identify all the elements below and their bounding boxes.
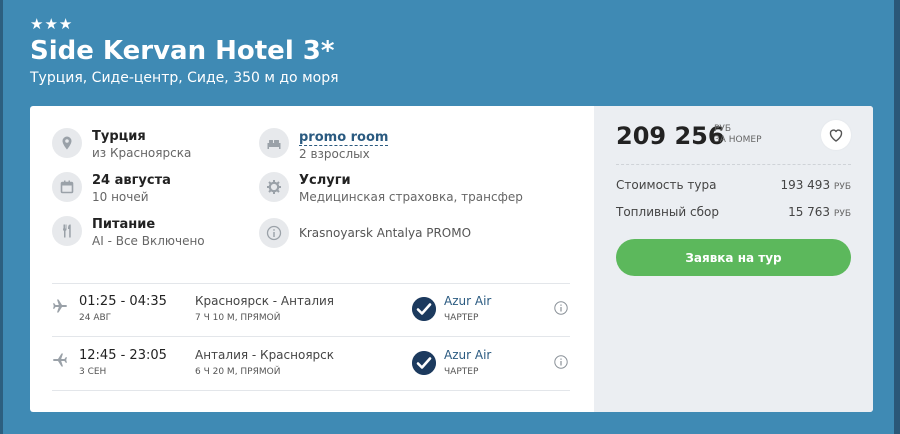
airline-logo-icon [412,351,436,375]
services-sub: Медицинская страховка, трансфер [299,190,523,204]
currency-label: РУБ [714,124,732,134]
fuel-label: Топливный сбор [616,205,719,219]
country-title: Турция [92,129,146,144]
hotel-stars: ★★★ [30,15,74,33]
tour-cost-value: 193 493 РУБ [780,178,851,192]
tour-name: Krasnoyarsk Antalya PROMO [299,226,472,240]
divider [52,390,570,391]
info-icon [259,218,289,248]
calendar-icon [52,172,82,202]
dates-title: 24 августа [92,173,171,188]
price-currency: РУБ ЗА НОМЕР [714,124,762,146]
cutlery-icon [52,216,82,246]
tour-cost-amount: 193 493 [780,178,831,192]
heart-icon [829,129,843,142]
plane-icon [53,299,67,313]
divider [52,336,570,337]
total-price: 209 256 [616,122,725,150]
flight-date: 3 СЕН [79,367,107,377]
fuel-amount: 15 763 [788,205,831,219]
flight-info-icon[interactable] [554,355,568,369]
plane-icon [53,353,67,367]
hotel-location: Турция, Сиде-центр, Сиде, 350 м до моря [30,70,339,86]
flight-route: Анталия - Красноярск [195,348,335,362]
favorite-button[interactable] [821,120,851,150]
flight-row: 12:45 - 23:05 3 СЕН Анталия - Красноярск… [52,348,570,388]
flight-date: 24 АВГ [79,313,112,323]
location-pin-icon [52,128,82,158]
room-link[interactable]: promo room [299,130,389,146]
airline-name: Azur Air [444,348,492,362]
bed-icon [259,128,289,158]
flight-duration: 6 Ч 20 М, ПРЯМОЙ [195,367,281,377]
tour-cost-label: Стоимость тура [616,178,717,192]
room-sub: 2 взрослых [299,147,370,161]
window-left-edge [0,0,3,434]
fuel-unit: РУБ [833,209,851,219]
fuel-value: 15 763 РУБ [788,205,851,219]
meal-title: Питание [92,217,156,232]
price-panel: 209 256 РУБ ЗА НОМЕР Стоимость тура 193 … [594,106,873,412]
flight-route: Красноярск - Анталия [195,294,335,308]
divider [52,283,570,284]
flight-row: 01:25 - 04:35 24 АВГ Красноярск - Антали… [52,294,570,334]
dashed-divider [616,164,851,165]
airline-name: Azur Air [444,294,492,308]
flight-time: 12:45 - 23:05 [79,348,167,363]
dates-sub: 10 ночей [92,190,149,204]
country-sub: из Красноярска [92,146,192,160]
airline-logo-icon [412,297,436,321]
tour-card: Турция из Красноярска 24 августа 10 ноче… [30,106,873,412]
flight-time: 01:25 - 04:35 [79,294,167,309]
hotel-name[interactable]: Side Kervan Hotel 3* [30,36,334,66]
gear-icon [259,172,289,202]
flight-type: ЧАРТЕР [444,313,479,323]
flight-info-icon[interactable] [554,301,568,315]
per-room-label: ЗА НОМЕР [714,135,762,145]
services-title: Услуги [299,173,351,188]
tour-cost-unit: РУБ [833,182,851,192]
meal-sub: AI - Все Включено [92,234,205,248]
flight-type: ЧАРТЕР [444,367,479,377]
book-tour-button[interactable]: Заявка на тур [616,239,851,276]
flight-duration: 7 Ч 10 М, ПРЯМОЙ [195,313,281,323]
window-right-edge [894,0,900,434]
